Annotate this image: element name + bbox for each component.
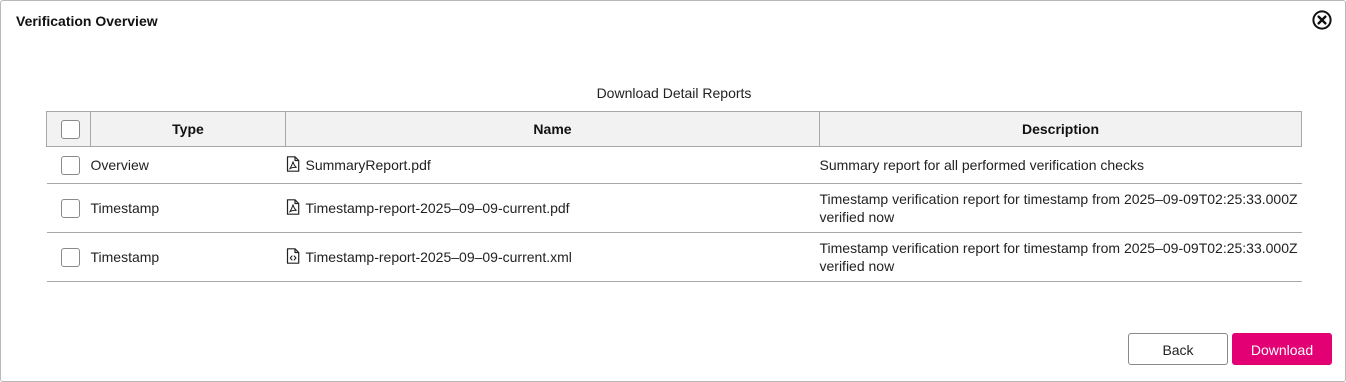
select-all-cell bbox=[46, 111, 91, 147]
file-link[interactable]: Timestamp-report-2025–09–09-current.pdf bbox=[286, 199, 570, 216]
select-all-checkbox[interactable] bbox=[61, 119, 80, 139]
row-name-cell: Timestamp-report-2025–09–09-current.xml bbox=[285, 232, 820, 282]
row-checkbox[interactable] bbox=[60, 198, 80, 218]
row-description: Timestamp verification report for timest… bbox=[819, 183, 1302, 233]
row-check-cell bbox=[46, 146, 91, 184]
verification-overview-dialog: Verification Overview Download Detail Re… bbox=[0, 0, 1346, 382]
row-description: Timestamp verification report for timest… bbox=[819, 232, 1302, 282]
row-type: Timestamp bbox=[90, 232, 286, 282]
file-name: SummaryReport.pdf bbox=[305, 157, 431, 173]
row-checkbox[interactable] bbox=[60, 155, 80, 175]
row-name-cell: Timestamp-report-2025–09–09-current.pdf bbox=[285, 183, 820, 233]
row-checkbox[interactable] bbox=[60, 247, 80, 267]
code-file-icon bbox=[286, 248, 299, 264]
file-name: Timestamp-report-2025–09–09-current.xml bbox=[305, 249, 572, 265]
pdf-file-icon bbox=[286, 156, 299, 172]
row-name-cell: SummaryReport.pdf bbox=[285, 146, 820, 184]
row-type: Overview bbox=[90, 146, 286, 184]
close-circle-icon bbox=[1312, 10, 1332, 30]
back-button[interactable]: Back bbox=[1128, 333, 1228, 365]
table-caption: Download Detail Reports bbox=[596, 85, 752, 101]
row-check-cell bbox=[46, 183, 91, 233]
column-header-name[interactable]: Name bbox=[285, 111, 820, 147]
row-description: Summary report for all performed verific… bbox=[819, 146, 1302, 184]
download-button[interactable]: Download bbox=[1232, 333, 1332, 365]
table-row: Timestamp Timestamp-report-2025–09–09-cu… bbox=[46, 183, 1302, 233]
file-link[interactable]: Timestamp-report-2025–09–09-current.xml bbox=[286, 248, 572, 265]
table-row: Overview SummaryReport.pdf Summary repor… bbox=[46, 146, 1302, 184]
table-header-row: Type Name Description bbox=[46, 111, 1302, 147]
row-type: Timestamp bbox=[90, 183, 286, 233]
table-row: Timestamp Timestamp-report-2025–09–09-cu… bbox=[46, 232, 1302, 282]
column-header-type[interactable]: Type bbox=[90, 111, 286, 147]
dialog-title: Verification Overview bbox=[16, 13, 158, 29]
close-button[interactable] bbox=[1311, 9, 1333, 31]
file-name: Timestamp-report-2025–09–09-current.pdf bbox=[305, 200, 570, 216]
file-link[interactable]: SummaryReport.pdf bbox=[286, 156, 431, 173]
pdf-file-icon bbox=[286, 199, 299, 215]
reports-table: Type Name Description Overview SummaryRe… bbox=[46, 111, 1302, 282]
row-check-cell bbox=[46, 232, 91, 282]
column-header-description[interactable]: Description bbox=[819, 111, 1302, 147]
